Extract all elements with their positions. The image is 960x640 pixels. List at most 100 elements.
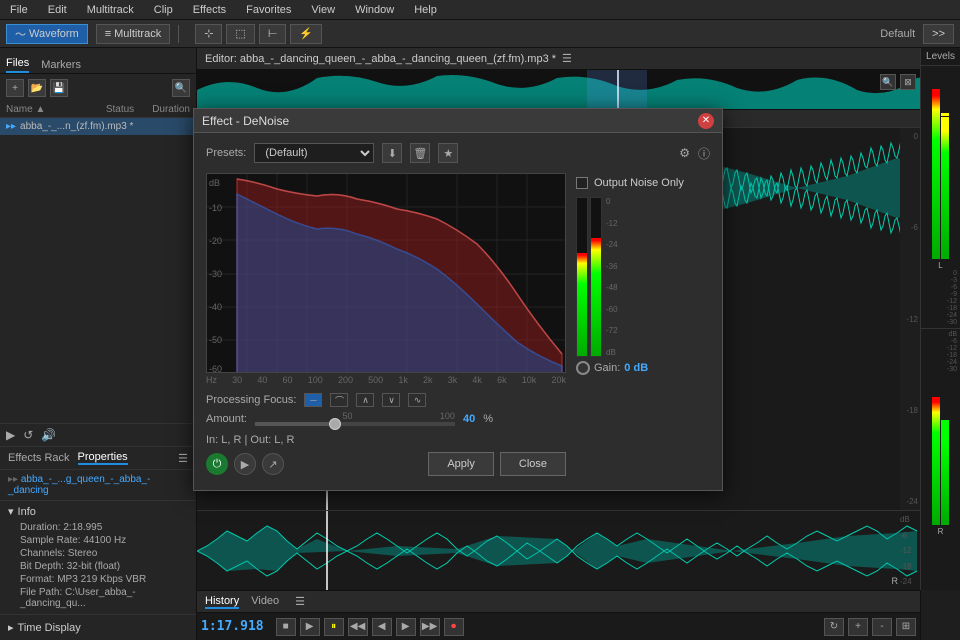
xlabel-hz: Hz xyxy=(206,375,217,385)
menu-clip[interactable]: Clip xyxy=(150,4,177,16)
info-format: Format: MP3 219 Kbps VBR xyxy=(8,573,188,586)
svg-text:-10: -10 xyxy=(209,203,222,213)
tab-files[interactable]: Files xyxy=(6,57,29,73)
waveform-btn[interactable]: 〜 Waveform xyxy=(6,24,88,44)
overview-bar[interactable]: 🔍 ⊠ xyxy=(197,70,920,110)
time-display-section[interactable]: ▸ Time Display xyxy=(0,614,196,640)
save-file-btn[interactable]: 💾 xyxy=(50,79,68,97)
menu-edit[interactable]: Edit xyxy=(44,4,71,16)
presets-row: Presets: (Default) ⬇ 🗑 ★ ⚙ ⓘ xyxy=(206,143,710,163)
new-file-btn[interactable]: + xyxy=(6,79,24,97)
focus-btn-roll[interactable]: ⌒ xyxy=(330,393,348,407)
select-btn[interactable]: ⬚ xyxy=(226,24,254,44)
menu-favorites[interactable]: Favorites xyxy=(242,4,295,16)
xlabel-100: 100 xyxy=(308,375,323,385)
menu-view[interactable]: View xyxy=(307,4,339,16)
amount-slider[interactable] xyxy=(255,422,455,426)
play-btn[interactable]: ▶ xyxy=(6,428,15,442)
overview-fit-btn[interactable]: ⊠ xyxy=(900,74,916,90)
db-label: -18 xyxy=(947,305,957,312)
effect-export-btn[interactable]: ↗ xyxy=(262,453,284,475)
open-file-btn[interactable]: 📂 xyxy=(28,79,46,97)
effect-power-btn[interactable]: ⏻ xyxy=(206,453,228,475)
forward-btn[interactable]: ▶▶ xyxy=(420,618,440,636)
tab-video[interactable]: Video xyxy=(251,595,279,609)
scale-12db: -12 xyxy=(606,219,618,228)
tab-effects-rack[interactable]: Effects Rack xyxy=(8,452,70,464)
preset-settings-icon[interactable]: ⚙ xyxy=(679,146,690,160)
tab-history[interactable]: History xyxy=(205,595,239,609)
dialog-title: Effect - DeNoise xyxy=(202,114,698,128)
dialog-transport: ⏻ ▶ ↗ Apply Close xyxy=(206,452,566,476)
eq-svg: dB -10 -20 -30 -40 -50 -60 xyxy=(207,174,565,372)
time-btn[interactable]: ⊢ xyxy=(259,24,287,44)
menu-help[interactable]: Help xyxy=(410,4,441,16)
effect-play-btn[interactable]: ▶ xyxy=(234,453,256,475)
zoom-out-btn[interactable]: - xyxy=(872,618,892,636)
rewind-btn[interactable]: ◀◀ xyxy=(348,618,368,636)
focus-btn-up[interactable]: ∧ xyxy=(356,393,374,407)
output-noise-checkbox[interactable] xyxy=(576,177,588,189)
pause-btn[interactable]: ⏸ xyxy=(324,618,344,636)
l-db-scale: 0 -3 -6 -9 -12 -18 -24 -30 xyxy=(923,270,958,326)
eq-section: dB -10 -20 -30 -40 -50 -60 xyxy=(206,173,566,480)
preset-favorite-btn[interactable]: ★ xyxy=(438,143,458,163)
loop-btn[interactable]: ↻ xyxy=(824,618,844,636)
r-bar1 xyxy=(932,397,940,525)
eq-graph[interactable]: dB -10 -20 -30 -40 -50 -60 xyxy=(206,173,566,373)
xlabel-10k: 10k xyxy=(522,375,537,385)
cursor-btn[interactable]: ⊹ xyxy=(195,24,222,44)
menu-window[interactable]: Window xyxy=(351,4,398,16)
stop-btn[interactable]: ■ xyxy=(276,618,296,636)
preset-info-icon[interactable]: ⓘ xyxy=(698,145,710,162)
info-file-path: File Path: C:\User_abba_-_dancing_qu... xyxy=(8,586,188,610)
multitrack-btn[interactable]: ≡ Multitrack xyxy=(96,24,170,44)
zoom-in-btn[interactable]: + xyxy=(848,618,868,636)
search-btn[interactable]: 🔍 xyxy=(172,79,190,97)
video-menu-btn[interactable]: ☰ xyxy=(295,595,305,609)
preset-delete-btn[interactable]: 🗑 xyxy=(410,143,430,163)
prev-btn[interactable]: ◀ xyxy=(372,618,392,636)
list-item[interactable]: ▸▸ abba_-_...n_(zf.fm).mp3 * xyxy=(0,118,196,135)
r-meter-section: dB -6 -12 -18 -24 -30 R xyxy=(921,329,960,591)
focus-btn-down[interactable]: ∨ xyxy=(382,393,400,407)
menu-effects[interactable]: Effects xyxy=(189,4,230,16)
loop-btn[interactable]: ↺ xyxy=(23,428,33,442)
svg-text:-60: -60 xyxy=(209,364,222,372)
info-header[interactable]: ▾ Info xyxy=(8,505,188,518)
slider-thumb[interactable] xyxy=(329,418,341,430)
menu-multitrack[interactable]: Multitrack xyxy=(83,4,138,16)
dialog-close-btn[interactable]: ✕ xyxy=(698,113,714,129)
r-meter-bars xyxy=(932,373,949,528)
presets-select[interactable]: (Default) xyxy=(254,143,374,163)
peak-indicator xyxy=(941,113,949,116)
next-btn[interactable]: ▶ xyxy=(396,618,416,636)
apply-btn[interactable]: Apply xyxy=(428,452,494,476)
svg-text:-40: -40 xyxy=(209,302,222,312)
close-btn[interactable]: Close xyxy=(500,452,566,476)
volume-btn[interactable]: 🔊 xyxy=(41,428,56,442)
time-display-chevron-icon: ▸ xyxy=(8,621,14,634)
tab-properties[interactable]: Properties xyxy=(78,451,128,465)
panel-tabs: Files Markers xyxy=(0,48,196,74)
zoom-fit-btn[interactable]: ⊞ xyxy=(896,618,916,636)
gain-knob[interactable] xyxy=(576,361,590,375)
scale-36db: -36 xyxy=(606,262,618,271)
editor-header: Editor: abba_-_dancing_queen_-_abba_-_da… xyxy=(197,48,920,70)
preset-download-btn[interactable]: ⬇ xyxy=(382,143,402,163)
razor-btn[interactable]: ⚡ xyxy=(290,24,322,44)
record-btn[interactable]: ⏺ xyxy=(444,618,464,636)
amount-slider-container: 50 100 xyxy=(255,411,455,426)
gain-value: 0 dB xyxy=(624,362,648,374)
expand-btn[interactable]: >> xyxy=(923,24,954,44)
tab-markers[interactable]: Markers xyxy=(41,59,81,73)
focus-btn-wave[interactable]: ∿ xyxy=(408,393,426,407)
effects-menu-btn[interactable]: ☰ xyxy=(178,452,188,465)
focus-btn-flat[interactable]: ─ xyxy=(304,393,322,407)
db-r-label: -24 xyxy=(947,359,957,366)
overview-zoom-btn[interactable]: 🔍 xyxy=(880,74,896,90)
play-btn[interactable]: ▶ xyxy=(300,618,320,636)
xlabel-60: 60 xyxy=(283,375,293,385)
menu-file[interactable]: File xyxy=(6,4,32,16)
editor-menu-btn[interactable]: ☰ xyxy=(562,52,572,65)
